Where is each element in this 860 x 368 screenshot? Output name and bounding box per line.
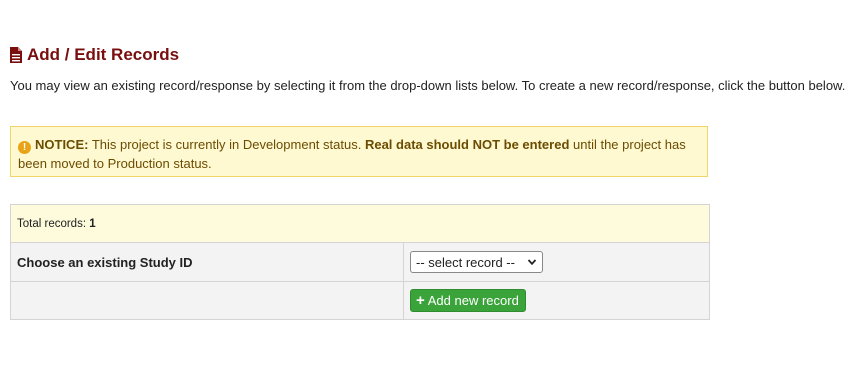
add-record-empty-cell: [10, 281, 404, 320]
page-header: Add / Edit Records: [10, 44, 179, 66]
chevron-down-icon: [527, 259, 537, 266]
choose-record-label: Choose an existing Study ID: [10, 242, 404, 282]
add-record-row: + Add new record: [10, 281, 710, 320]
notice-label: NOTICE:: [35, 137, 89, 152]
page-title: Add / Edit Records: [27, 45, 180, 64]
choose-record-row: Choose an existing Study ID -- select re…: [10, 242, 710, 282]
add-new-record-button[interactable]: + Add new record: [410, 289, 526, 312]
total-records-cell: Total records: 1: [10, 204, 710, 243]
choose-record-cell: -- select record --: [403, 242, 710, 282]
record-select[interactable]: -- select record --: [410, 251, 543, 273]
total-records-row: Total records: 1: [10, 204, 710, 243]
notice-bold-text: Real data should NOT be entered: [364, 137, 570, 152]
add-record-cell: + Add new record: [403, 281, 710, 320]
intro-text: You may view an existing record/response…: [10, 78, 846, 93]
document-icon: [10, 47, 22, 63]
records-table: Total records: 1 Choose an existing Stud…: [10, 204, 710, 320]
page: Add / Edit Records You may view an exist…: [0, 0, 860, 368]
total-records-label: Total records:: [17, 217, 87, 230]
development-notice: ! NOTICE: This project is currently in De…: [10, 126, 708, 177]
record-select-value: -- select record --: [416, 254, 515, 270]
add-new-record-label: Add new record: [427, 293, 519, 308]
warning-icon: !: [18, 141, 31, 154]
total-records-count: 1: [89, 217, 96, 230]
notice-text-before: This project is currently in Development…: [88, 137, 365, 152]
plus-icon: +: [416, 292, 425, 309]
